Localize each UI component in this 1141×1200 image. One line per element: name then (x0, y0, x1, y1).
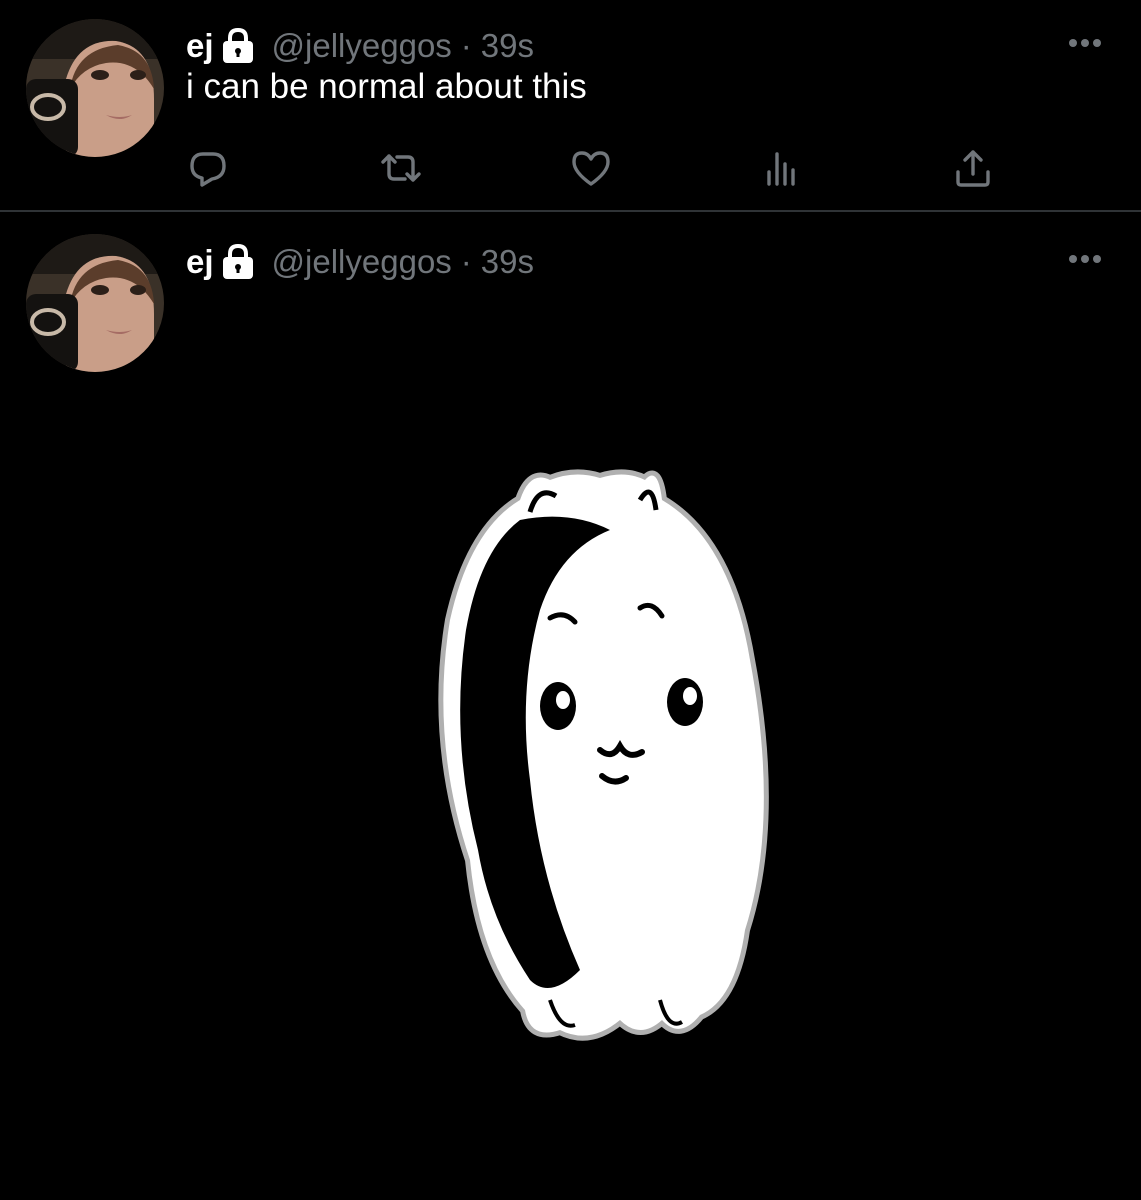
tweet[interactable]: ej @jellyeggos · 39s (0, 212, 1141, 1200)
avatar[interactable] (26, 19, 164, 157)
views-icon (767, 152, 795, 186)
separator-dot: · (460, 243, 472, 280)
tweet-media-image[interactable] (400, 440, 820, 1080)
lock-icon (220, 27, 256, 65)
share-button[interactable] (951, 146, 995, 190)
handle[interactable]: @jellyeggos (272, 27, 452, 65)
lock-icon (220, 243, 256, 281)
more-icon (1069, 255, 1101, 263)
display-name[interactable]: ej (186, 27, 214, 65)
like-button[interactable] (569, 146, 613, 190)
reply-button[interactable] (186, 146, 230, 190)
like-icon (572, 151, 610, 186)
handle[interactable]: @jellyeggos (272, 243, 452, 281)
separator-dot: · (460, 27, 472, 64)
tweet[interactable]: ej @jellyeggos · 39s i can be normal abo… (0, 0, 1141, 211)
retweet-button[interactable] (379, 146, 423, 190)
retweet-icon (381, 154, 421, 182)
more-icon (1069, 39, 1101, 47)
more-options-button[interactable] (1065, 249, 1105, 269)
avatar[interactable] (26, 234, 164, 372)
tweet-header: ej @jellyeggos · 39s (186, 21, 534, 71)
timestamp[interactable]: 39s (481, 243, 534, 281)
views-button[interactable] (760, 146, 804, 190)
sad-creature-illustration (438, 469, 769, 1041)
share-icon (956, 150, 990, 187)
tweet-text: i can be normal about this (186, 67, 587, 106)
tweet-actions (186, 146, 1006, 190)
display-name[interactable]: ej (186, 243, 214, 281)
more-options-button[interactable] (1065, 33, 1105, 53)
tweet-header: ej @jellyeggos · 39s (186, 237, 534, 287)
timestamp[interactable]: 39s (481, 27, 534, 65)
reply-icon (190, 152, 226, 187)
